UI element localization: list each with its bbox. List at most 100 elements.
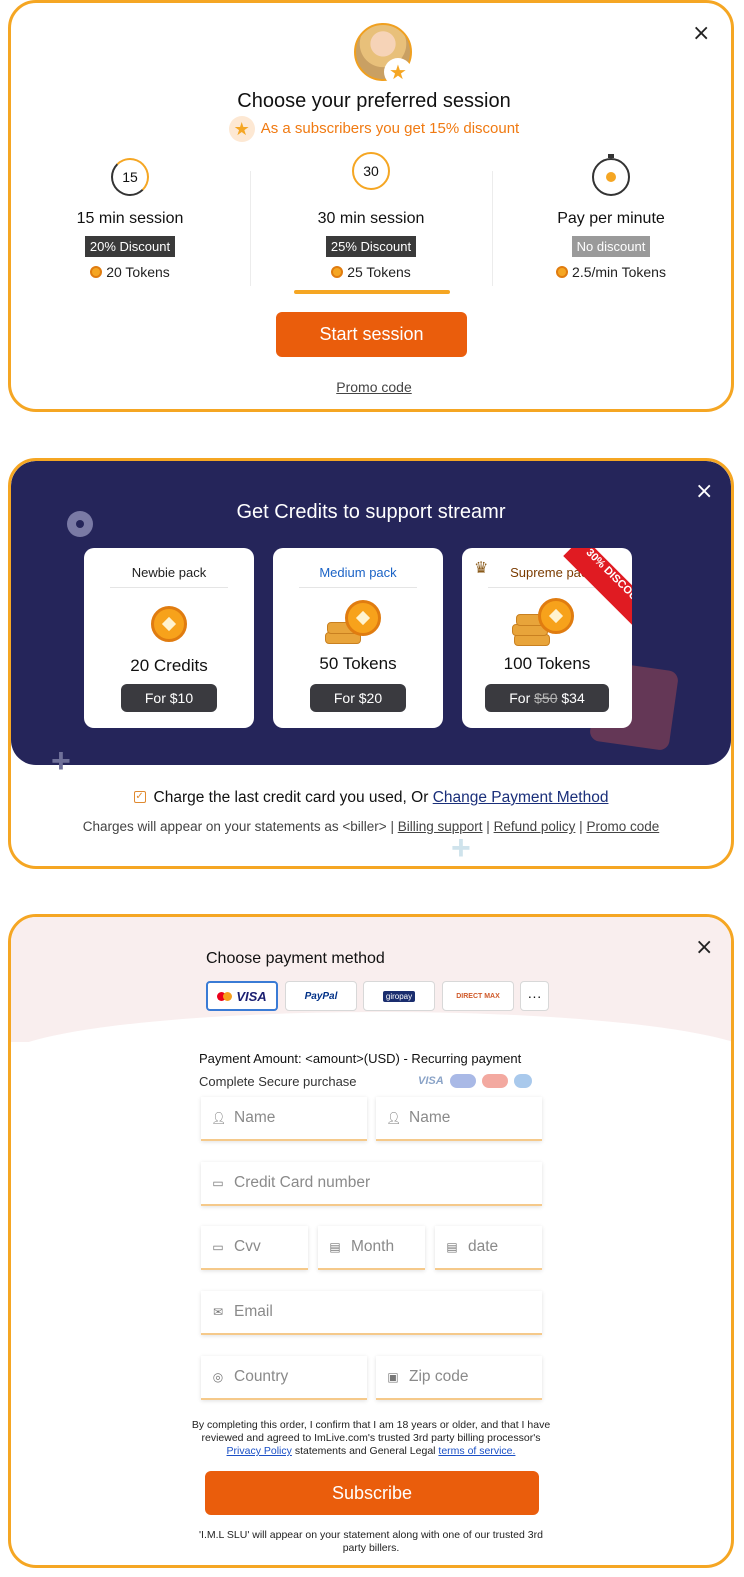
giropay-label: giropay bbox=[382, 990, 416, 1002]
session-option-per-minute[interactable]: Pay per minute No discount 2.5/min Token… bbox=[511, 154, 711, 280]
price-prefix: For bbox=[509, 690, 531, 706]
pack-card-supreme[interactable]: ♛ Supreme pack 100 Tokens For $50 $34 30… bbox=[462, 548, 632, 728]
token-text: 20 Tokens bbox=[106, 264, 170, 280]
promo-code-link[interactable]: Promo code bbox=[11, 379, 731, 395]
credits-header: + Get Credits to support streamr × Newbi… bbox=[11, 461, 731, 778]
divider bbox=[492, 171, 493, 286]
payment-panel: × Choose payment method VISA PayPal giro… bbox=[8, 914, 734, 1568]
separator: | bbox=[486, 819, 490, 834]
paypal-label: PayPal bbox=[304, 990, 338, 1002]
close-icon[interactable]: × bbox=[695, 481, 713, 503]
billing-support-link[interactable]: Billing support bbox=[398, 819, 483, 834]
credits-title: Get Credits to support streamr bbox=[236, 501, 506, 523]
promo-code-link[interactable]: Promo code bbox=[586, 819, 659, 834]
buy-button[interactable]: For $50 $34 bbox=[485, 684, 609, 712]
timer-15-icon: 15 bbox=[111, 158, 149, 196]
selected-indicator bbox=[294, 290, 450, 294]
close-icon[interactable]: × bbox=[692, 23, 710, 45]
separator: | bbox=[390, 819, 394, 834]
more-icon: ··· bbox=[527, 988, 542, 1004]
coin-icon bbox=[151, 606, 187, 642]
star-icon: ★ bbox=[228, 116, 255, 142]
buy-button[interactable]: For $10 bbox=[121, 684, 217, 712]
pack-amount: 50 Tokens bbox=[319, 654, 397, 673]
subscribe-button[interactable]: Subscribe bbox=[205, 1471, 539, 1515]
subscriber-note-text: As a subscribers you get 15% discount bbox=[260, 119, 520, 137]
cvv-field[interactable]: ▭ Cvv bbox=[201, 1226, 308, 1270]
pack-name: Newbie pack bbox=[131, 565, 207, 580]
method-giropay[interactable]: giropay bbox=[363, 981, 435, 1011]
coin-icon bbox=[556, 266, 569, 278]
change-payment-link[interactable]: Change Payment Method bbox=[433, 789, 609, 806]
divider bbox=[488, 587, 606, 588]
legal-text: By completing this order, I confirm that… bbox=[189, 1419, 553, 1458]
decorative-plus-icon: + bbox=[51, 742, 71, 780]
pack-amount: 100 Tokens bbox=[503, 654, 591, 673]
method-direct-max[interactable]: DIRECT MAX bbox=[442, 981, 514, 1011]
diners-logo-icon bbox=[513, 1074, 532, 1088]
last-name-field[interactable]: 👤︎ Name bbox=[376, 1097, 542, 1141]
refund-policy-link[interactable]: Refund policy bbox=[494, 819, 576, 834]
pack-card-medium[interactable]: Medium pack 50 Tokens For $20 bbox=[273, 548, 443, 728]
option-label: 15 min session bbox=[76, 210, 184, 227]
month-field[interactable]: ▤ Month bbox=[318, 1226, 425, 1270]
placeholder: Name bbox=[234, 1109, 276, 1126]
date-field[interactable]: ▤ date bbox=[435, 1226, 542, 1270]
accepted-cards: VISA bbox=[418, 1074, 532, 1088]
divider bbox=[250, 171, 251, 286]
method-paypal[interactable]: PayPal bbox=[285, 981, 357, 1011]
dial-label: 30 bbox=[363, 163, 379, 179]
dial-label: 15 bbox=[122, 169, 138, 185]
discount-badge: No discount bbox=[571, 236, 651, 257]
old-price: $50 bbox=[534, 690, 558, 706]
option-label: 30 min session bbox=[317, 210, 425, 227]
visa-label: VISA bbox=[236, 988, 267, 1004]
coin-icon bbox=[538, 598, 574, 634]
separator: | bbox=[579, 819, 583, 834]
terms-of-service-link[interactable]: terms of service. bbox=[438, 1445, 515, 1457]
subscriber-note: ★ As a subscribers you get 15% discount bbox=[11, 116, 731, 142]
discount-badge: 25% Discount bbox=[325, 236, 417, 257]
payment-amount: Payment Amount: <amount>(USD) - Recurrin… bbox=[199, 1051, 522, 1066]
first-name-field[interactable]: 👤︎ Name bbox=[201, 1097, 367, 1141]
pack-name: Medium pack bbox=[319, 565, 397, 580]
placeholder: Name bbox=[409, 1109, 451, 1126]
session-option-15[interactable]: 15 15 min session 20% Discount 20 Tokens bbox=[30, 158, 230, 280]
card-number-field[interactable]: ▭ Credit Card number bbox=[201, 1162, 542, 1206]
directmax-label: DIRECT MAX bbox=[456, 992, 500, 1000]
more-methods-button[interactable]: ··· bbox=[520, 981, 549, 1011]
discount-ribbon: 30% DISCOUNT bbox=[563, 548, 632, 634]
email-field[interactable]: ✉ Email bbox=[201, 1291, 542, 1335]
visa-logo-icon: VISA bbox=[418, 1075, 444, 1087]
pack-card-newbie[interactable]: Newbie pack 20 Credits For $10 bbox=[84, 548, 254, 728]
session-option-30[interactable]: 30 30 min session 25% Discount 25 Tokens bbox=[271, 152, 471, 280]
start-session-button[interactable]: Start session bbox=[276, 312, 467, 357]
globe-icon: ◎ bbox=[212, 1370, 224, 1384]
zip-field[interactable]: ▣ Zip code bbox=[376, 1356, 542, 1400]
token-text: 25 Tokens bbox=[347, 264, 411, 280]
close-icon[interactable]: × bbox=[695, 937, 713, 959]
discount-badge: 20% Discount bbox=[84, 236, 176, 257]
placeholder: Country bbox=[234, 1368, 289, 1385]
method-visa[interactable]: VISA bbox=[206, 981, 278, 1011]
payment-method-title: Choose payment method bbox=[206, 950, 385, 967]
maestro-logo-icon bbox=[449, 1074, 476, 1088]
coin-icon bbox=[331, 266, 344, 278]
session-panel: × ★ Choose your preferred session ★ As a … bbox=[8, 0, 734, 412]
placeholder: date bbox=[468, 1238, 499, 1255]
placeholder: Credit Card number bbox=[234, 1174, 371, 1191]
buy-button[interactable]: For $20 bbox=[310, 684, 406, 712]
coin-icon bbox=[345, 600, 381, 636]
privacy-policy-link[interactable]: Privacy Policy bbox=[227, 1445, 292, 1457]
legal-part-1: By completing this order, I confirm that… bbox=[191, 1419, 551, 1444]
credit-card-icon: ▭ bbox=[212, 1176, 224, 1190]
calendar-icon: ▤ bbox=[329, 1240, 341, 1254]
checkbox[interactable]: ✓ bbox=[133, 790, 146, 803]
coin-icon bbox=[90, 266, 103, 278]
token-text: 2.5/min Tokens bbox=[572, 264, 666, 280]
country-field[interactable]: ◎ Country bbox=[201, 1356, 367, 1400]
mail-icon: ✉ bbox=[212, 1305, 224, 1319]
placeholder: Month bbox=[351, 1238, 395, 1255]
secure-purchase-label: Complete Secure purchase bbox=[199, 1074, 357, 1089]
charges-text: Charges will appear on your statements a… bbox=[82, 819, 387, 834]
